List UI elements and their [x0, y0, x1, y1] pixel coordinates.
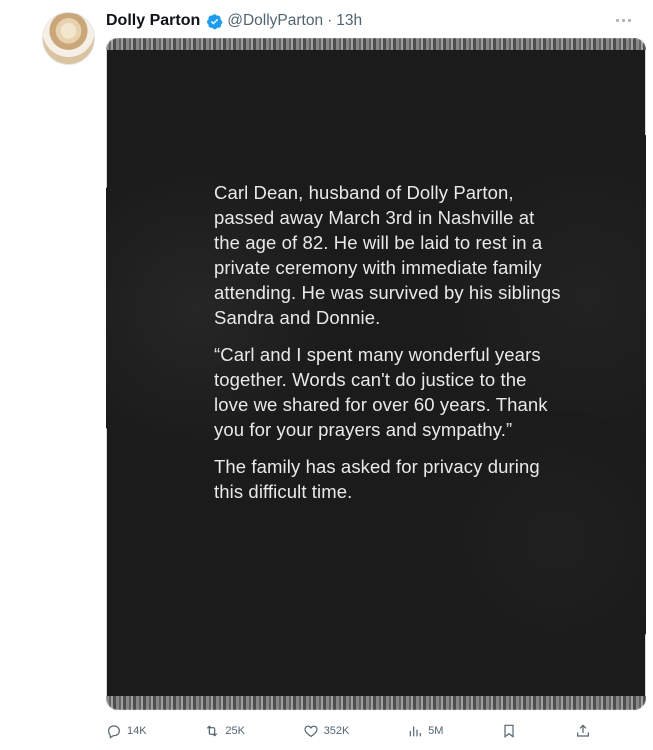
- post-actions: 14K 25K 352K 5M: [106, 720, 591, 742]
- meta-separator: ·: [327, 12, 333, 29]
- image-border-top: [106, 38, 646, 50]
- statement-paragraph: The family has asked for privacy during …: [214, 456, 540, 502]
- share-button[interactable]: [575, 723, 591, 739]
- heart-icon: [304, 725, 318, 738]
- bookmark-icon: [504, 724, 514, 738]
- share-icon: [577, 724, 589, 737]
- like-button[interactable]: 352K: [303, 723, 350, 739]
- views-count: 5M: [428, 725, 444, 737]
- repost-icon: [207, 725, 218, 737]
- more-icon[interactable]: [613, 16, 633, 24]
- author-display-name[interactable]: Dolly Parton: [106, 12, 200, 30]
- statement-quote: “Carl and I spent many wonderful years t…: [214, 344, 548, 440]
- reply-button[interactable]: 14K: [106, 723, 147, 739]
- post-image[interactable]: Carl Dean, husband of Dolly Parton, pass…: [106, 38, 646, 710]
- bookmark-button[interactable]: [501, 723, 517, 739]
- author-avatar[interactable]: [42, 12, 95, 65]
- repost-count: 25K: [225, 725, 245, 737]
- image-border-bottom: [106, 696, 646, 710]
- reply-icon: [108, 725, 120, 739]
- post-timestamp[interactable]: 13h: [336, 12, 362, 30]
- like-count: 352K: [323, 725, 350, 737]
- reply-count: 14K: [127, 725, 147, 737]
- views-button[interactable]: 5M: [407, 723, 443, 739]
- statement-text: Carl Dean, husband of Dolly Parton, pass…: [214, 180, 564, 516]
- post-header: Dolly Parton @DollyParton · 13h: [106, 10, 362, 32]
- verified-badge-icon[interactable]: [206, 13, 223, 30]
- statement-paragraph: Carl Dean, husband of Dolly Parton, pass…: [214, 182, 561, 328]
- repost-button[interactable]: 25K: [204, 723, 245, 739]
- views-icon: [409, 726, 422, 737]
- author-handle[interactable]: @DollyParton: [227, 12, 323, 30]
